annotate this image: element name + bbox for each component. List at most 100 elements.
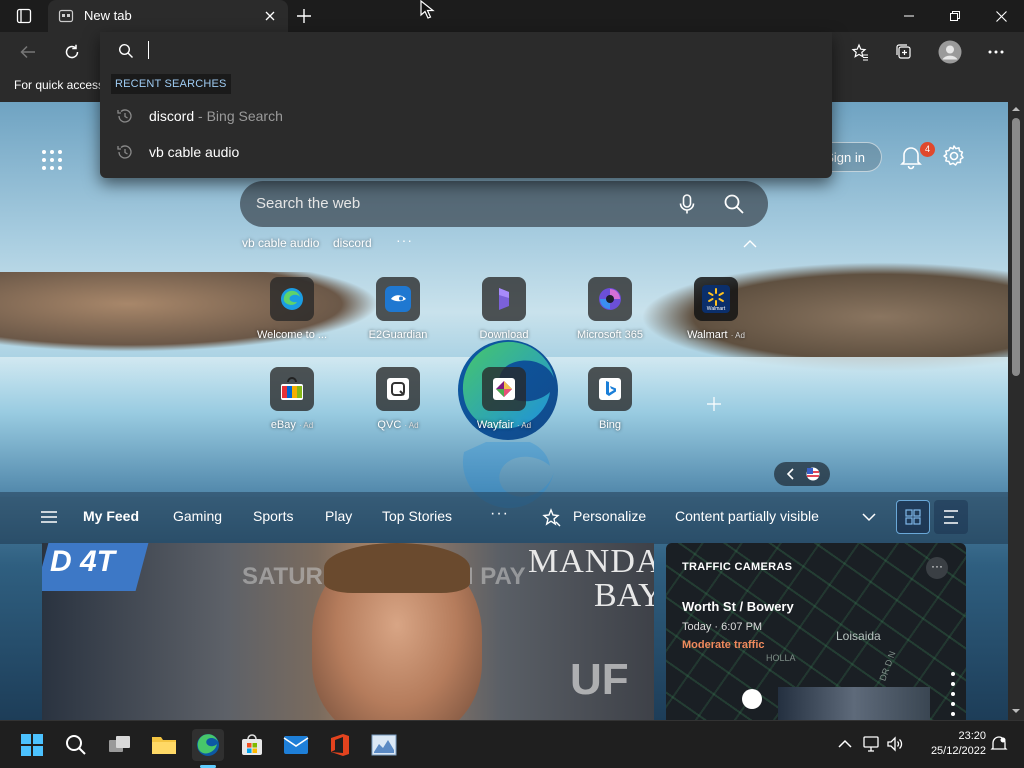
search-suggestion[interactable]: vb cable audio bbox=[100, 134, 832, 170]
personalize-star-icon[interactable] bbox=[542, 508, 562, 528]
qvc-icon bbox=[376, 367, 420, 411]
microsoft-store-button[interactable] bbox=[236, 729, 268, 761]
feed-tab-sports[interactable]: Sports bbox=[253, 508, 293, 524]
tile-label: eBay bbox=[270, 419, 296, 431]
quick-link-tile[interactable]: E2Guardian bbox=[345, 277, 451, 357]
feed-tab-my-feed[interactable]: My Feed bbox=[83, 508, 139, 524]
recent-chips-more-button[interactable]: ··· bbox=[396, 232, 413, 248]
list-view-button[interactable] bbox=[934, 500, 968, 534]
quick-link-tile[interactable]: QVC · Ad bbox=[345, 367, 451, 447]
settings-more-button[interactable] bbox=[982, 38, 1010, 66]
quick-link-tile[interactable]: eBay · Ad bbox=[239, 367, 345, 447]
tab-new-tab[interactable]: New tab bbox=[48, 0, 288, 32]
favorites-button[interactable] bbox=[846, 38, 874, 66]
page-settings-button[interactable] bbox=[942, 144, 968, 170]
tab-actions-button[interactable] bbox=[8, 4, 40, 28]
quick-link-tile[interactable]: Welcome to ... bbox=[239, 277, 345, 357]
notification-center-icon[interactable] bbox=[990, 735, 1008, 753]
feed-tab-gaming[interactable]: Gaming bbox=[173, 508, 222, 524]
history-clock-icon bbox=[117, 145, 132, 159]
recent-search-chip[interactable]: discord bbox=[333, 236, 372, 250]
traffic-status: Moderate traffic bbox=[682, 639, 765, 651]
tile-label: Walmart bbox=[687, 329, 728, 341]
web-search-box[interactable]: Search the web bbox=[240, 181, 768, 227]
feed-more-button[interactable]: ··· bbox=[490, 505, 509, 523]
content-visibility-dropdown[interactable]: Content partially visible bbox=[675, 508, 819, 524]
favorites-bar-text: For quick access bbox=[14, 78, 105, 92]
ad-label: · Ad bbox=[730, 331, 745, 340]
traffic-cameras-card[interactable]: TRAFFIC CAMERAS ··· Worth St / Bowery To… bbox=[666, 543, 966, 720]
photos-app-button[interactable] bbox=[368, 729, 400, 761]
close-window-button[interactable] bbox=[978, 0, 1024, 32]
refresh-button[interactable] bbox=[58, 38, 86, 66]
background-pager[interactable] bbox=[774, 462, 830, 486]
microphone-icon[interactable] bbox=[676, 193, 698, 215]
minimize-button[interactable] bbox=[886, 0, 932, 32]
edge-taskbar-button[interactable] bbox=[192, 729, 224, 761]
recent-search-chip[interactable]: vb cable audio bbox=[242, 236, 319, 250]
feed-tab-play[interactable]: Play bbox=[325, 508, 352, 524]
profile-button[interactable] bbox=[936, 38, 964, 66]
tab-close-button[interactable] bbox=[260, 6, 280, 26]
traffic-card-more-button[interactable]: ··· bbox=[926, 557, 948, 579]
hero-sign-text-1: MANDA bbox=[528, 543, 654, 580]
refresh-icon bbox=[65, 44, 79, 59]
text-cursor bbox=[148, 41, 149, 59]
restore-button[interactable] bbox=[932, 0, 978, 32]
notification-count-badge: 4 bbox=[920, 142, 935, 157]
file-explorer-button[interactable] bbox=[148, 729, 180, 761]
close-icon bbox=[265, 11, 275, 21]
store-icon bbox=[242, 734, 262, 755]
tile-label: QVC bbox=[377, 419, 402, 431]
download-icon bbox=[482, 277, 526, 321]
start-button[interactable] bbox=[16, 729, 48, 761]
minimize-icon bbox=[904, 15, 914, 17]
scroll-down-arrow-icon[interactable] bbox=[1010, 706, 1022, 716]
search-icon[interactable] bbox=[722, 192, 746, 216]
quick-link-tile[interactable]: Wayfair · Ad bbox=[451, 367, 557, 447]
new-tab-button[interactable] bbox=[292, 4, 316, 28]
taskbar-search-button[interactable] bbox=[60, 729, 92, 761]
scroll-up-arrow-icon[interactable] bbox=[1010, 104, 1022, 114]
app-launcher-button[interactable] bbox=[40, 148, 64, 172]
map-street-label: HOLLA bbox=[766, 653, 796, 663]
office-button[interactable] bbox=[324, 729, 356, 761]
tab-actions-icon bbox=[16, 8, 32, 24]
more-dots-icon bbox=[988, 50, 1004, 54]
mouse-pointer-icon bbox=[420, 0, 435, 19]
feed-hero-card[interactable]: D 4T SATURDAY LIVE ON PAY MANDA BAY UF bbox=[42, 543, 654, 720]
quick-link-tile[interactable]: Microsoft 365 bbox=[557, 277, 663, 357]
hamburger-menu-icon[interactable] bbox=[40, 510, 58, 524]
feed-tab-top-stories[interactable]: Top Stories bbox=[382, 508, 452, 524]
taskbar: 23:20 25/12/2022 bbox=[0, 720, 1024, 768]
traffic-camera-thumbnail[interactable] bbox=[778, 687, 930, 720]
tile-label: Microsoft 365 bbox=[576, 329, 644, 341]
address-bar-input[interactable] bbox=[146, 38, 806, 62]
camera-pin-icon[interactable] bbox=[742, 689, 762, 709]
new-tab-page: Sign in 4 Search the web vb cable audio … bbox=[0, 102, 1008, 720]
quick-link-tile[interactable]: Walmart Walmart · Ad bbox=[663, 277, 769, 357]
mail-button[interactable] bbox=[280, 729, 312, 761]
tab-title: New tab bbox=[84, 8, 132, 23]
back-button[interactable] bbox=[14, 38, 42, 66]
system-clock[interactable]: 23:20 25/12/2022 bbox=[916, 729, 986, 759]
grid-view-button[interactable] bbox=[896, 500, 930, 534]
network-icon[interactable] bbox=[862, 735, 880, 753]
personalize-button[interactable]: Personalize bbox=[573, 508, 646, 524]
volume-icon[interactable] bbox=[886, 735, 904, 753]
chevron-up-icon[interactable] bbox=[836, 735, 854, 753]
search-suggestion[interactable]: discord - Bing Search bbox=[100, 98, 832, 134]
search-icon bbox=[118, 43, 133, 58]
chevron-left-icon[interactable] bbox=[786, 468, 796, 480]
task-view-button[interactable] bbox=[104, 729, 136, 761]
tile-label: Bing bbox=[598, 419, 622, 431]
suggestion-query: discord bbox=[149, 108, 195, 124]
chevron-down-icon[interactable] bbox=[862, 512, 876, 522]
web-search-placeholder: Search the web bbox=[256, 195, 361, 212]
chevron-up-icon[interactable] bbox=[742, 238, 758, 250]
office-icon bbox=[331, 734, 349, 756]
scrollbar-thumb[interactable] bbox=[1012, 118, 1020, 376]
collections-button[interactable] bbox=[890, 38, 918, 66]
add-shortcut-plus-icon[interactable] bbox=[704, 394, 724, 414]
quick-link-tile[interactable]: Bing bbox=[557, 367, 663, 447]
